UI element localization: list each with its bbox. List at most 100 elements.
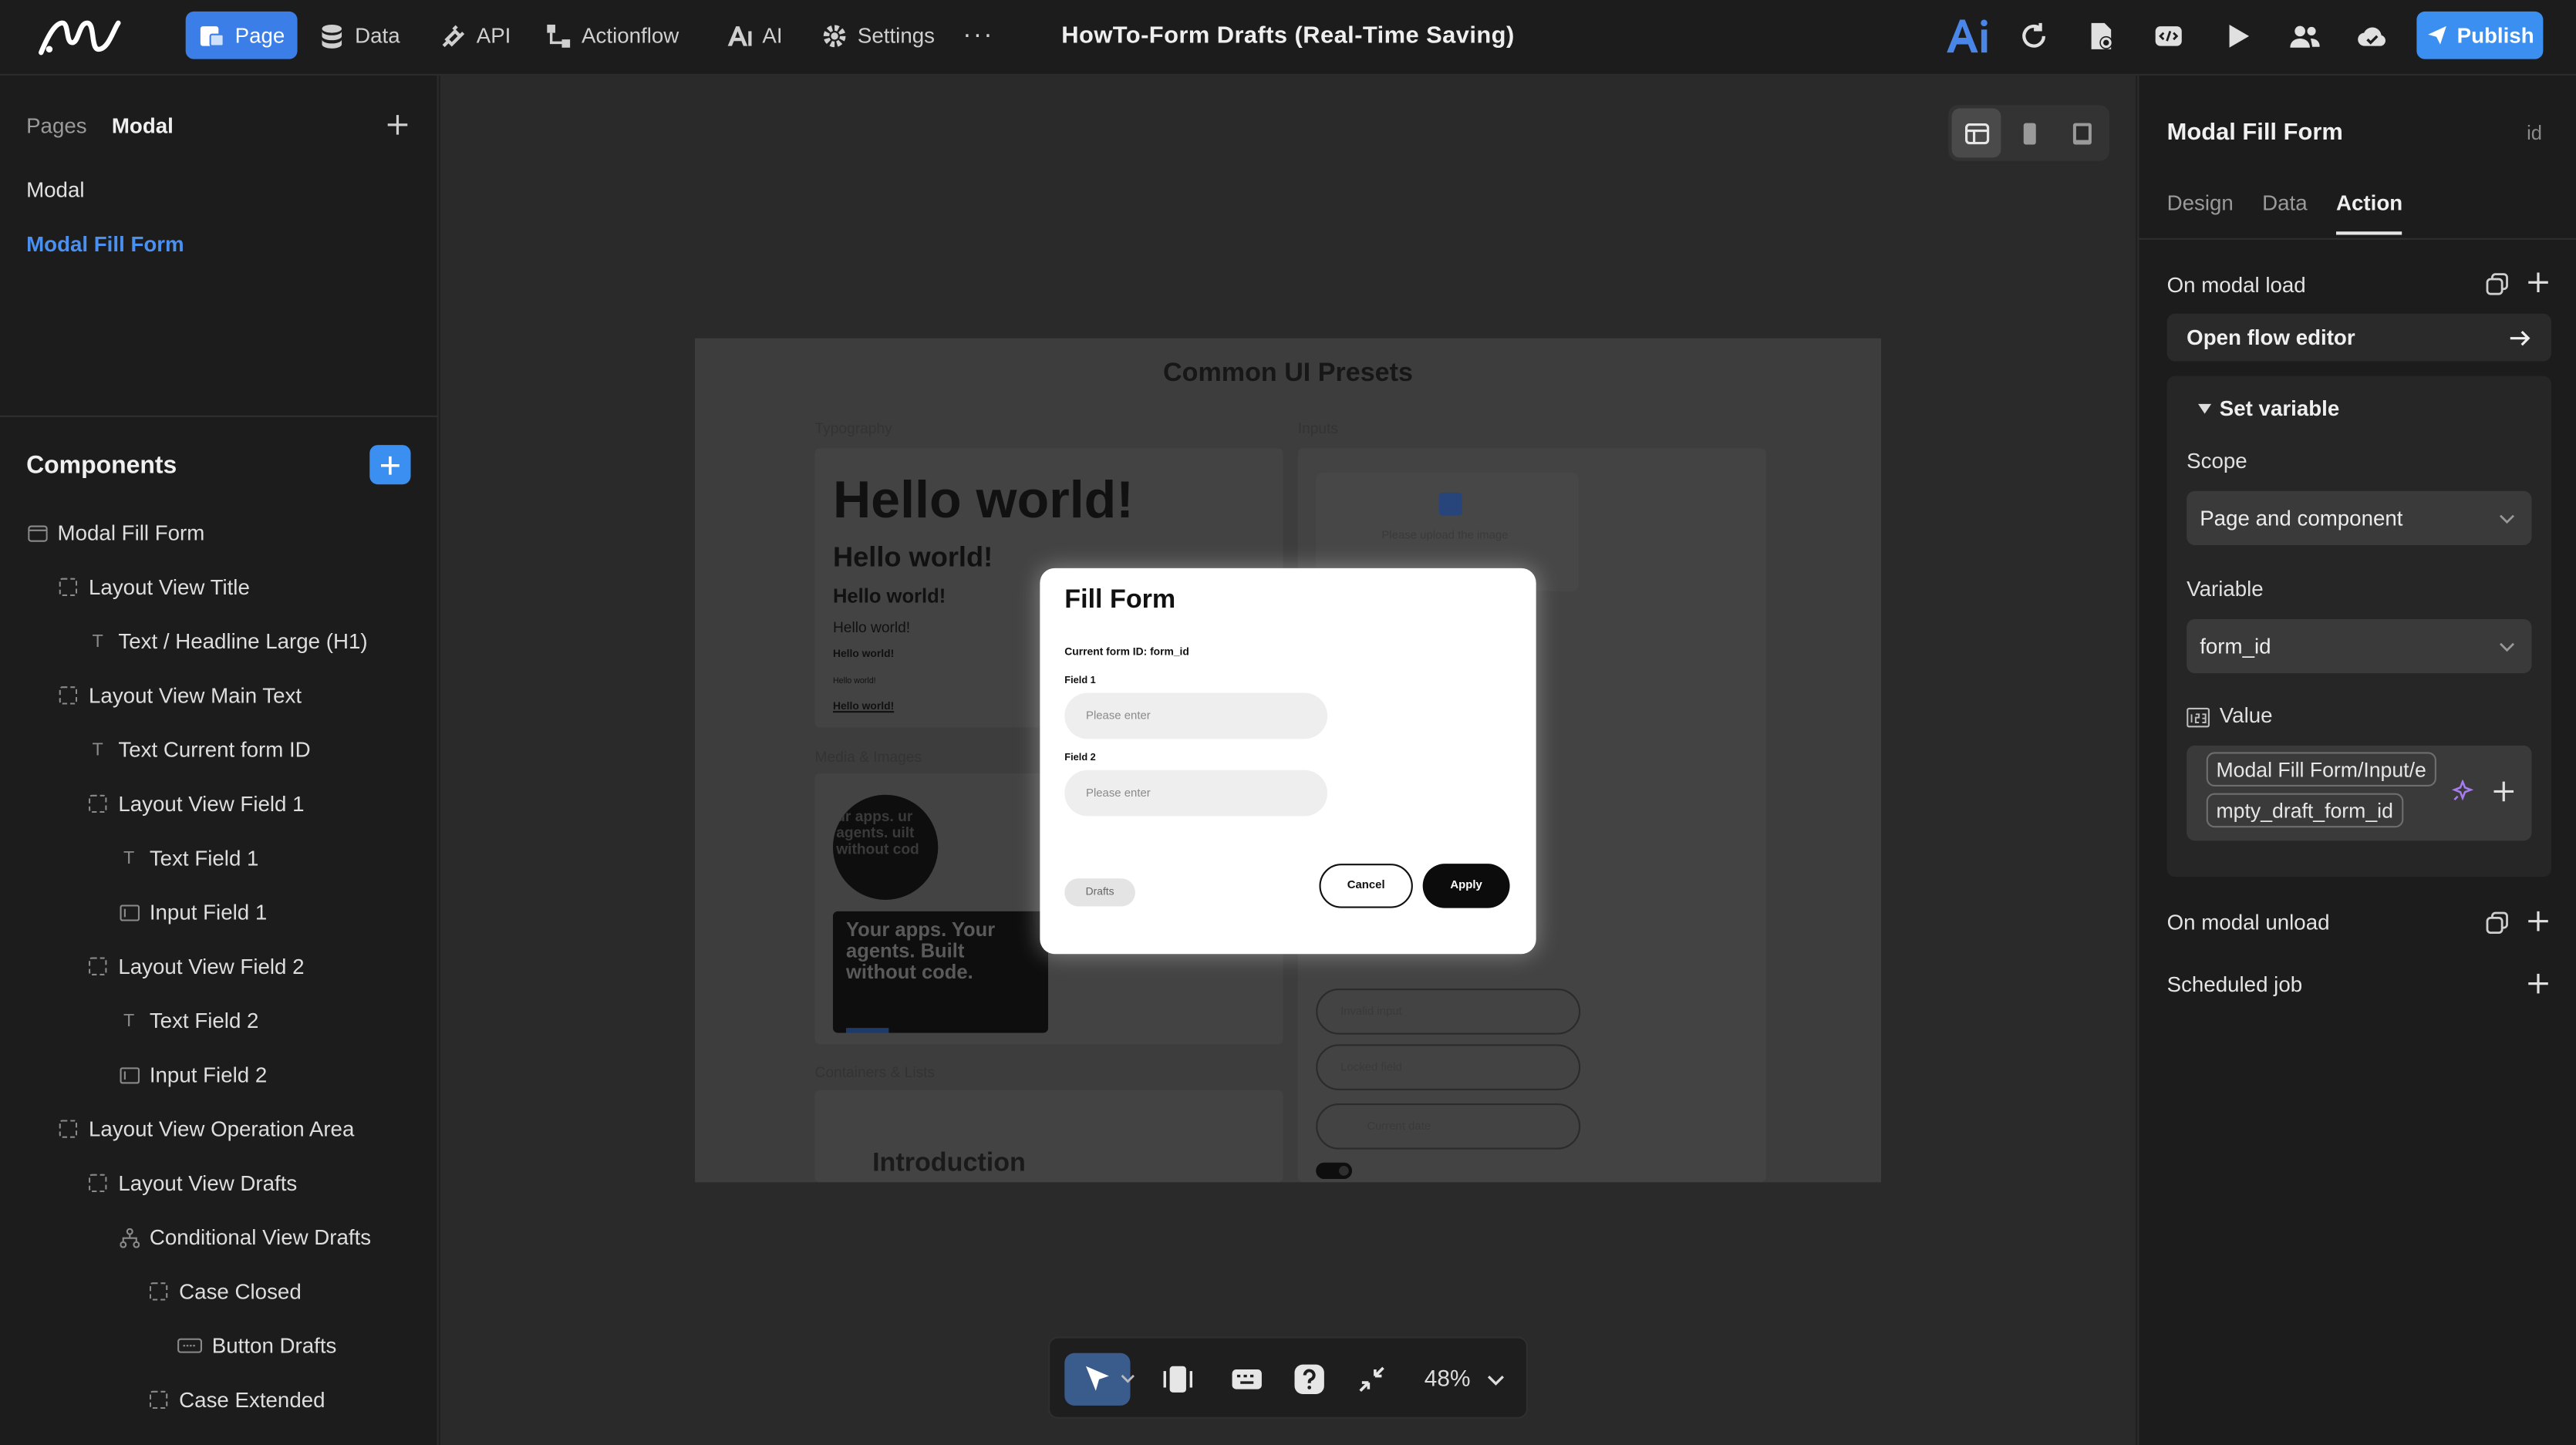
component-id-label[interactable]: id — [2527, 122, 2542, 145]
nav-page[interactable]: Page — [185, 11, 298, 59]
upload-text: Please upload the image — [1381, 530, 1509, 542]
cancel-button[interactable]: Cancel — [1319, 864, 1413, 908]
nav-api[interactable]: API — [427, 12, 524, 59]
frame-tool-button[interactable] — [1151, 1353, 1204, 1406]
value-chip[interactable]: Modal Fill Form/Input/e — [2206, 752, 2436, 787]
add-on-load-icon[interactable] — [2527, 271, 2550, 294]
refresh-icon[interactable] — [2016, 18, 2052, 54]
magic-wand-icon[interactable] — [2451, 780, 2474, 803]
tree-item[interactable]: Layout View Field 2 — [0, 939, 439, 993]
scope-select[interactable]: Page and component — [2187, 490, 2532, 546]
design-canvas[interactable]: Common UI Presets Typography Inputs Hell… — [440, 75, 2136, 1445]
button-icon — [177, 1335, 203, 1356]
tree-item[interactable]: Layout View Main Text — [0, 669, 439, 722]
set-variable-title[interactable]: Set variable — [2220, 396, 2339, 420]
value-chip[interactable]: mpty_draft_form_id — [2206, 793, 2403, 828]
tree-item[interactable]: Input Field 2 — [0, 1048, 439, 1102]
sample-h2: Hello world! — [832, 541, 993, 574]
drafts-button[interactable]: Drafts — [1064, 878, 1135, 907]
tab-pages[interactable]: Pages — [26, 113, 87, 138]
tree-item[interactable]: T Text Field 1 — [0, 831, 439, 885]
app-logo[interactable] — [36, 13, 125, 59]
page-item-modal[interactable]: Modal — [26, 177, 84, 202]
desktop-view-button[interactable] — [1951, 108, 2001, 158]
keyboard-shortcuts-button[interactable] — [1221, 1353, 1273, 1406]
tree-item[interactable]: Layout View Operation Area — [0, 1102, 439, 1156]
tree-item[interactable]: Case Closed — [0, 1265, 439, 1319]
variable-select[interactable]: form_id — [2187, 618, 2532, 674]
add-on-unload-icon[interactable] — [2527, 910, 2550, 933]
open-flow-editor-label: Open flow editor — [2187, 325, 2355, 350]
tree-item[interactable]: T Text Field 2 — [0, 993, 439, 1047]
nav-actionflow[interactable]: Actionflow — [532, 12, 692, 59]
page-item-modal-fill-form[interactable]: Modal Fill Form — [26, 231, 184, 256]
nav-page-label: Page — [234, 22, 285, 48]
cursor-icon — [1085, 1366, 1109, 1391]
tree-item[interactable]: T Text / Headline Large (H1) — [0, 614, 439, 668]
tree-item[interactable]: T Text Current form ID — [0, 722, 439, 776]
tree-item[interactable]: Case Extended — [0, 1373, 439, 1426]
nav-api-label: API — [476, 22, 511, 48]
tree-item[interactable]: Modal Fill Form — [0, 506, 439, 560]
tree-item-label: Layout View Main Text — [89, 682, 302, 708]
field2-label: Field 2 — [1064, 753, 1096, 764]
tree-item-label: Layout View Operation Area — [89, 1117, 355, 1142]
tab-modal[interactable]: Modal — [112, 113, 174, 138]
value-expression-box[interactable]: Modal Fill Form/Input/e mpty_draft_form_… — [2187, 745, 2532, 841]
tab-data[interactable]: Data — [2262, 190, 2308, 215]
preview-play-icon[interactable] — [2220, 18, 2256, 54]
fit-screen-button[interactable] — [1346, 1353, 1398, 1406]
tree-item[interactable]: Layout View Field 1 — [0, 776, 439, 830]
add-scheduled-job-icon[interactable] — [2527, 972, 2550, 995]
intro-heading: Introduction — [872, 1149, 1026, 1177]
date-picker-text: Current date — [1367, 1120, 1431, 1133]
tree-item-label: Layout View Title — [89, 574, 250, 600]
collapse-triangle-icon[interactable] — [2198, 403, 2212, 414]
tree-item[interactable]: Input Field 1 — [0, 885, 439, 939]
viewport-toggle — [1948, 105, 2110, 161]
tree-item-label: Text Field 2 — [149, 1008, 259, 1033]
zoom-level[interactable]: 48% — [1425, 1365, 1471, 1391]
layout-icon — [148, 1281, 170, 1302]
document-title[interactable]: HowTo-Form Drafts (Real-Time Saving) — [986, 0, 1590, 72]
tablet-view-button[interactable] — [2057, 109, 2106, 158]
round-image: ur apps. ur agents. uilt without cod — [832, 794, 939, 900]
tab-action[interactable]: Action — [2336, 190, 2402, 215]
tab-divider — [2139, 237, 2576, 240]
tree-item[interactable]: Layout View Drafts — [0, 1156, 439, 1210]
add-value-icon[interactable] — [2492, 780, 2515, 803]
duplicate-icon[interactable] — [2486, 273, 2509, 296]
text-icon: T — [92, 739, 103, 760]
open-flow-editor-button[interactable]: Open flow editor — [2166, 313, 2552, 362]
mobile-view-button[interactable] — [2004, 109, 2054, 158]
page-settings-icon[interactable] — [2083, 18, 2119, 54]
nav-ai[interactable]: AI — [713, 12, 795, 59]
fill-form-modal[interactable]: Fill Form Current form ID: form_id Field… — [1040, 568, 1536, 955]
field2-input[interactable]: Please enter — [1064, 770, 1328, 817]
duplicate-icon[interactable] — [2486, 911, 2509, 935]
left-panel: Pages Modal Modal Modal Fill Form Compon… — [0, 75, 439, 1445]
nav-settings[interactable]: Settings — [808, 12, 948, 59]
tree-item[interactable]: Layout View Title — [0, 560, 439, 614]
tree-item[interactable]: Button Drafts — [0, 1319, 439, 1373]
help-button[interactable] — [1283, 1353, 1336, 1406]
text-icon: T — [123, 1010, 135, 1031]
ai-assistant-icon[interactable] — [1945, 15, 1991, 57]
tree-item-label: Text / Headline Large (H1) — [118, 628, 368, 654]
chevron-down-icon[interactable] — [1121, 1371, 1135, 1386]
users-icon[interactable] — [2287, 18, 2323, 54]
text-icon: T — [123, 847, 135, 868]
apply-button[interactable]: Apply — [1422, 864, 1510, 908]
cloud-sync-icon[interactable] — [2354, 18, 2390, 54]
code-icon[interactable] — [2150, 18, 2187, 54]
publish-button[interactable]: Publish — [2416, 11, 2544, 59]
tab-design[interactable]: Design — [2167, 190, 2234, 215]
nav-data[interactable]: Data — [305, 12, 413, 59]
scope-label: Scope — [2187, 448, 2247, 473]
add-page-icon[interactable] — [384, 112, 410, 138]
add-component-button[interactable] — [369, 445, 411, 485]
field1-input[interactable]: Please enter — [1064, 692, 1328, 739]
tree-item[interactable]: Conditional View Drafts — [0, 1210, 439, 1264]
zoom-chevron-down-icon[interactable] — [1487, 1371, 1505, 1389]
tree-item-label: Layout View Drafts — [118, 1170, 298, 1196]
